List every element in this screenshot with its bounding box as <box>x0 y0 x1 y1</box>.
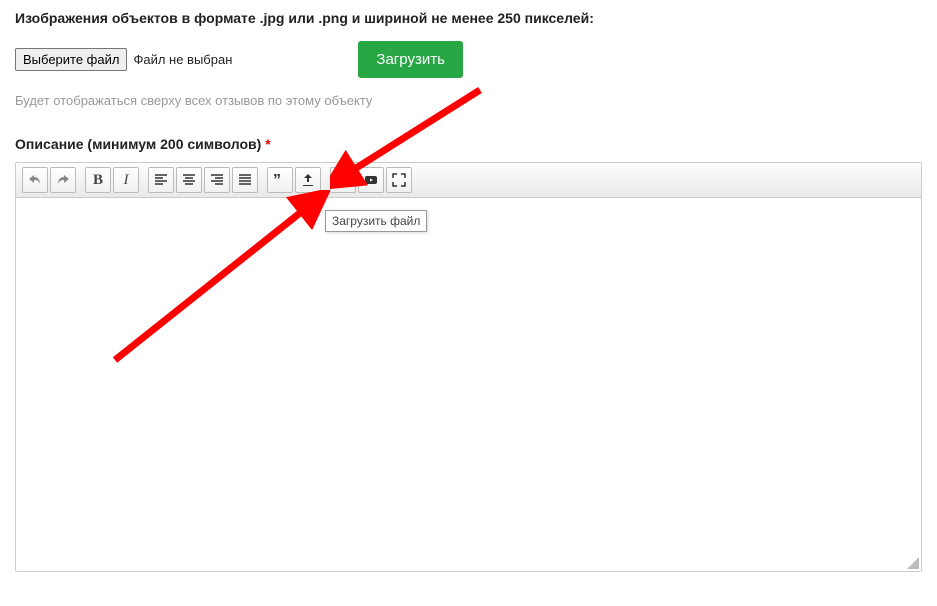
align-center-icon <box>181 172 197 188</box>
video-icon <box>363 172 379 188</box>
choose-file-button[interactable]: Выберите файл <box>15 48 127 71</box>
align-right-icon <box>209 172 225 188</box>
upload-file-icon <box>300 172 316 188</box>
toolbar-history-group <box>22 167 76 193</box>
bold-button[interactable]: B <box>85 167 111 193</box>
rich-text-editor: B I <box>15 162 922 572</box>
fullscreen-icon <box>391 172 407 188</box>
editor-body <box>16 198 921 571</box>
upload-file-button[interactable] <box>295 167 321 193</box>
italic-icon: I <box>124 172 129 189</box>
bold-icon: B <box>93 172 103 189</box>
toolbar-media-group <box>330 167 412 193</box>
redo-button[interactable] <box>50 167 76 193</box>
emoji-icon <box>335 172 351 188</box>
images-section-label: Изображения объектов в формате .jpg или … <box>15 10 922 26</box>
file-status-text: Файл не выбран <box>133 52 232 67</box>
editor-toolbar: B I <box>16 163 921 198</box>
images-hint: Будет отображаться сверху всех отзывов п… <box>15 93 922 108</box>
quote-button[interactable]: ” <box>267 167 293 193</box>
svg-text:”: ” <box>273 172 281 188</box>
align-justify-icon <box>237 172 253 188</box>
description-textarea[interactable] <box>16 198 921 568</box>
file-upload-row: Выберите файл Файл не выбран Загрузить <box>15 41 922 78</box>
undo-icon <box>27 172 43 188</box>
required-marker: * <box>265 136 270 152</box>
toolbar-format-group: B I <box>85 167 139 193</box>
align-left-button[interactable] <box>148 167 174 193</box>
toolbar-align-group <box>148 167 258 193</box>
video-button[interactable] <box>358 167 384 193</box>
italic-button[interactable]: I <box>113 167 139 193</box>
description-label: Описание (минимум 200 символов) * <box>15 136 922 152</box>
description-label-text: Описание (минимум 200 символов) <box>15 136 261 152</box>
redo-icon <box>55 172 71 188</box>
align-center-button[interactable] <box>176 167 202 193</box>
undo-button[interactable] <box>22 167 48 193</box>
fullscreen-button[interactable] <box>386 167 412 193</box>
upload-button[interactable]: Загрузить <box>358 41 463 78</box>
align-left-icon <box>153 172 169 188</box>
upload-file-tooltip: Загрузить файл <box>325 210 427 232</box>
resize-handle[interactable] <box>907 557 919 569</box>
align-justify-button[interactable] <box>232 167 258 193</box>
quote-icon: ” <box>272 172 288 188</box>
toolbar-insert-group: ” <box>267 167 321 193</box>
align-right-button[interactable] <box>204 167 230 193</box>
emoji-button[interactable] <box>330 167 356 193</box>
